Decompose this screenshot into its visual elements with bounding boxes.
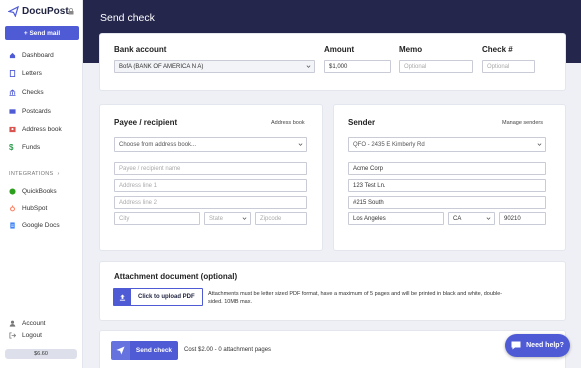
cost-summary: Cost $2.00 - 0 attachment pages <box>184 347 272 353</box>
manage-senders-link[interactable]: Manage senders <box>502 120 543 126</box>
sidebar-item-label: Dashboard <box>22 51 54 59</box>
sidebar-item-label: Postcards <box>22 107 51 115</box>
sidebar-item-quickbooks[interactable]: QuickBooks <box>9 186 57 196</box>
home-icon <box>9 52 16 58</box>
sender-city-field[interactable]: Los Angeles <box>348 212 444 225</box>
google-docs-icon <box>10 221 15 229</box>
sender-name-field[interactable]: Acme Corp <box>348 162 546 175</box>
payee-address-line-2-field[interactable]: Address line 2 <box>114 196 307 209</box>
sidebar-item-label: Letters <box>22 69 42 77</box>
sidebar-item-hubspot[interactable]: HubSpot <box>9 203 47 213</box>
brand[interactable]: DocuPost <box>8 6 69 17</box>
chevron-down-icon <box>242 217 247 220</box>
payee-address-line-1-field[interactable]: Address line 1 <box>114 179 307 192</box>
brand-name: DocuPost <box>22 6 69 17</box>
chevron-right-icon: › <box>57 171 60 177</box>
sender-select[interactable]: QFO - 2435 E Kimberly Rd <box>348 137 546 152</box>
amount-field[interactable]: $1,000 <box>324 60 391 73</box>
attachment-title: Attachment document (optional) <box>114 272 238 281</box>
address-book-icon <box>9 126 16 132</box>
sidebar-item-label: Funds <box>22 143 41 151</box>
sender-address-line-2-field[interactable]: #215 South <box>348 196 546 209</box>
logout-icon <box>9 331 16 339</box>
chevron-down-icon <box>306 65 311 68</box>
sidebar-item-label: HubSpot <box>22 204 48 212</box>
postcard-icon <box>9 108 16 114</box>
need-help-label: Need help? <box>526 342 564 349</box>
address-book-link[interactable]: Address book <box>271 120 305 126</box>
sidebar-item-dashboard[interactable]: Dashboard <box>9 50 54 60</box>
chevron-down-icon <box>537 143 542 146</box>
lock-icon[interactable] <box>68 8 74 15</box>
payee-city-field[interactable]: City <box>114 212 200 225</box>
sidebar-item-google-docs[interactable]: Google Docs <box>9 220 60 230</box>
chevron-down-icon <box>486 217 491 220</box>
send-mail-button[interactable]: + Send mail <box>5 26 79 40</box>
send-check-button[interactable]: Send check <box>111 341 178 360</box>
sidebar-item-account[interactable]: Account <box>9 318 46 328</box>
sidebar-item-checks[interactable]: Checks <box>9 87 44 97</box>
sender-address-line-1-field[interactable]: 123 Test Ln. <box>348 179 546 192</box>
sidebar-item-label: QuickBooks <box>22 187 57 195</box>
paper-plane-logo-icon <box>8 6 19 17</box>
page-title: Send check <box>100 12 155 24</box>
payee-title: Payee / recipient <box>114 118 178 127</box>
bank-icon <box>9 88 16 96</box>
sidebar-item-label: Logout <box>22 331 42 339</box>
memo-label: Memo <box>399 45 423 54</box>
sidebar-item-label: Checks <box>22 88 44 96</box>
sender-title: Sender <box>348 118 376 127</box>
bank-account-select[interactable]: BofA (BANK OF AMERICA N A) <box>114 60 315 73</box>
sidebar-item-address-book[interactable]: Address book <box>9 124 62 134</box>
send-icon <box>111 341 130 360</box>
user-icon <box>9 320 16 327</box>
sender-state-select[interactable]: CA <box>448 212 495 225</box>
chevron-down-icon <box>298 143 303 146</box>
dollar-icon: $ <box>9 142 14 152</box>
chat-icon <box>511 341 521 350</box>
bank-account-label: Bank account <box>114 45 167 54</box>
payee-zip-field[interactable]: Zipcode <box>255 212 307 225</box>
payee-state-select[interactable]: State <box>204 212 251 225</box>
integrations-section-label[interactable]: INTEGRATIONS › <box>9 171 60 177</box>
quickbooks-icon <box>9 187 16 195</box>
sidebar-item-postcards[interactable]: Postcards <box>9 106 51 116</box>
sidebar-item-letters[interactable]: Letters <box>9 68 42 78</box>
upload-icon <box>114 289 131 305</box>
hubspot-icon <box>10 204 15 211</box>
need-help-button[interactable]: Need help? <box>505 334 570 357</box>
send-check-label: Send check <box>130 341 178 360</box>
upload-pdf-button[interactable]: Click to upload PDF <box>113 288 203 306</box>
sidebar-item-label: Account <box>22 319 46 327</box>
sender-zip-field[interactable]: 90210 <box>499 212 546 225</box>
document-icon <box>9 69 16 77</box>
payee-name-field[interactable]: Payee / recipient name <box>114 162 307 175</box>
amount-label: Amount <box>324 45 355 54</box>
upload-pdf-label: Click to upload PDF <box>131 289 202 305</box>
sidebar-item-label: Google Docs <box>22 221 60 229</box>
attachment-note: Attachments must be letter sized PDF for… <box>208 291 503 305</box>
sidebar-item-logout[interactable]: Logout <box>9 330 42 340</box>
payee-address-book-select[interactable]: Choose from address book... <box>114 137 307 152</box>
memo-field[interactable]: Optional <box>399 60 473 73</box>
sidebar-item-funds[interactable]: $ Funds <box>9 142 40 152</box>
sidebar-item-label: Address book <box>22 125 62 133</box>
check-number-label: Check # <box>482 45 513 54</box>
balance-badge[interactable]: $6.60 <box>5 349 77 359</box>
sidebar: DocuPost + Send mail Dashboard Letters C… <box>0 0 83 368</box>
check-number-field[interactable]: Optional <box>482 60 535 73</box>
